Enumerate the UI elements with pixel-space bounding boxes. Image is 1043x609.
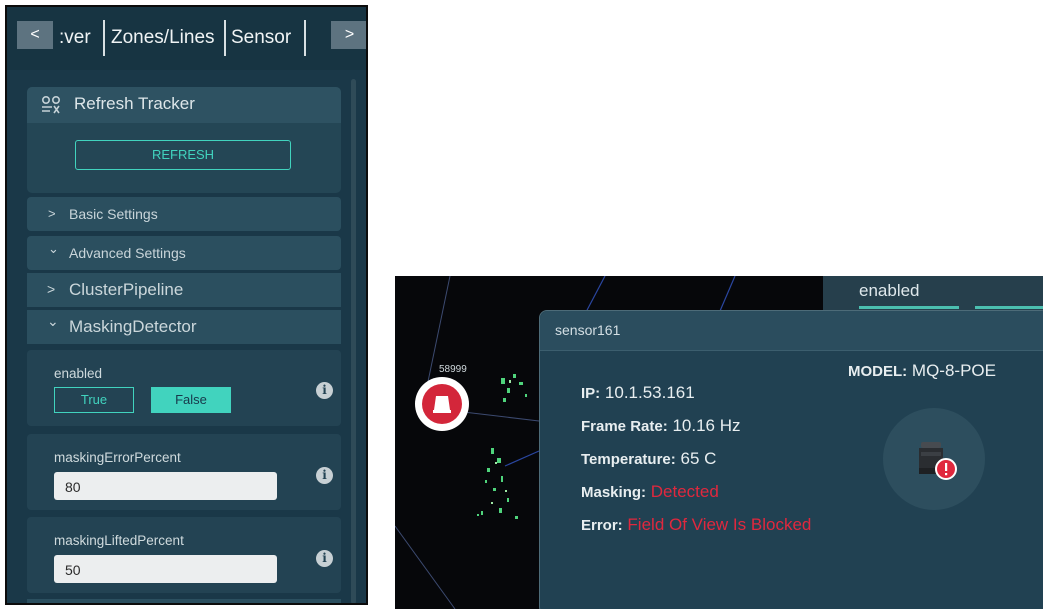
tab-scroll-right-button[interactable]: > <box>331 21 366 49</box>
masking-error-percent-input[interactable]: 80 <box>54 472 277 500</box>
tab-bar: < :ver Zones/Lines Sensor > <box>7 7 366 70</box>
info-icon[interactable]: i <box>316 467 333 484</box>
tab-underline <box>975 306 1043 309</box>
false-toggle-button[interactable]: False <box>151 387 231 413</box>
param-masking-error-percent: maskingErrorPercent 80 i <box>27 434 341 510</box>
settings-panel: < :ver Zones/Lines Sensor > Refresh Trac… <box>5 5 368 605</box>
tab-scroll-left-button[interactable]: < <box>17 21 53 49</box>
error-value: Field Of View Is Blocked <box>627 515 812 534</box>
error-row: Error: Field Of View Is Blocked <box>581 515 811 535</box>
model-value: MQ-8-POE <box>911 361 996 380</box>
temperature-row: Temperature: 65 C <box>581 449 716 469</box>
lidar-sensor-icon <box>883 408 985 510</box>
section-basic-settings[interactable]: > Basic Settings <box>27 197 341 231</box>
subsection-label: MaskingDetector <box>69 317 197 336</box>
param-enabled: enabled True False i <box>27 350 341 426</box>
map-grid-line <box>719 276 736 312</box>
true-toggle-button[interactable]: True <box>54 387 134 413</box>
frame-rate-row: Frame Rate: 10.16 Hz <box>581 416 740 436</box>
tab-divider <box>224 20 226 56</box>
map-grid-line <box>504 450 540 467</box>
error-label: Error: <box>581 517 623 534</box>
param-label: enabled <box>54 366 103 381</box>
model-label: MODEL: <box>848 363 908 380</box>
sensor-tooltip: sensor161 MODEL: MQ-8-POE IP: 10.1.53.16… <box>539 310 1043 609</box>
sensor-map-view: 58999 enabled sensor161 MODEL: MQ-8-POE … <box>395 276 1043 609</box>
chevron-right-icon: > <box>47 281 56 297</box>
panel-scrollbar[interactable] <box>351 79 356 603</box>
masking-lifted-percent-input[interactable]: 50 <box>54 555 277 583</box>
frame-rate-value: 10.16 Hz <box>672 416 741 435</box>
chevron-right-icon: > <box>48 206 56 221</box>
param-label: maskingLiftedPercent <box>54 533 184 548</box>
masking-value: Detected <box>650 482 719 501</box>
map-grid-line <box>584 276 606 315</box>
subsection-cluster-pipeline[interactable]: > ClusterPipeline <box>27 273 341 307</box>
param-masking-lifted-percent: maskingLiftedPercent 50 i <box>27 517 341 593</box>
temperature-value: 65 C <box>680 449 717 468</box>
section-label: Advanced Settings <box>69 245 186 261</box>
section-label: Basic Settings <box>69 206 158 222</box>
param-label: maskingErrorPercent <box>54 450 181 465</box>
map-grid-line <box>395 525 456 609</box>
info-icon[interactable]: i <box>316 382 333 399</box>
tooltip-header: sensor161 <box>540 311 1043 351</box>
refresh-tracker-title: Refresh Tracker <box>74 94 195 113</box>
tab-divider <box>103 20 105 56</box>
point-cloud-points <box>491 380 511 504</box>
subsection-label: ClusterPipeline <box>69 280 184 299</box>
tab-server[interactable]: :ver <box>59 20 91 56</box>
subsection-masking-detector[interactable]: ⌄ MaskingDetector <box>27 310 341 344</box>
model-row: MODEL: MQ-8-POE <box>848 361 996 381</box>
enabled-label: enabled <box>859 281 920 300</box>
section-advanced-settings[interactable]: ⌄ Advanced Settings <box>27 236 341 270</box>
tab-divider <box>304 20 306 56</box>
frame-rate-label: Frame Rate: <box>581 418 668 435</box>
tab-sensor[interactable]: Sensor <box>231 20 291 56</box>
masking-row: Masking: Detected <box>581 482 719 502</box>
ip-value: 10.1.53.161 <box>604 383 695 402</box>
sensor-name: sensor161 <box>555 322 621 338</box>
tab-zones-lines[interactable]: Zones/Lines <box>111 20 215 56</box>
refresh-tracker-header: Refresh Tracker <box>27 87 341 123</box>
info-icon[interactable]: i <box>316 550 333 567</box>
lidar-sensor-glyph <box>919 442 957 480</box>
refresh-button[interactable]: REFRESH <box>75 140 291 170</box>
chevron-down-icon: ⌄ <box>47 313 59 329</box>
sensor-marker-icon[interactable] <box>415 377 469 431</box>
chevron-down-icon: ⌄ <box>48 241 59 256</box>
ip-row: IP: 10.1.53.161 <box>581 383 695 403</box>
map-point-label: 58999 <box>439 364 467 375</box>
refresh-tracker-card: Refresh Tracker REFRESH <box>27 87 341 193</box>
masking-label: Masking: <box>581 484 647 501</box>
sensor-marker-glyph <box>422 384 462 424</box>
next-section-edge <box>27 599 341 603</box>
ip-label: IP: <box>581 385 601 402</box>
tab-underline <box>859 306 959 309</box>
temperature-label: Temperature: <box>581 451 676 468</box>
tracker-icon <box>41 95 61 114</box>
